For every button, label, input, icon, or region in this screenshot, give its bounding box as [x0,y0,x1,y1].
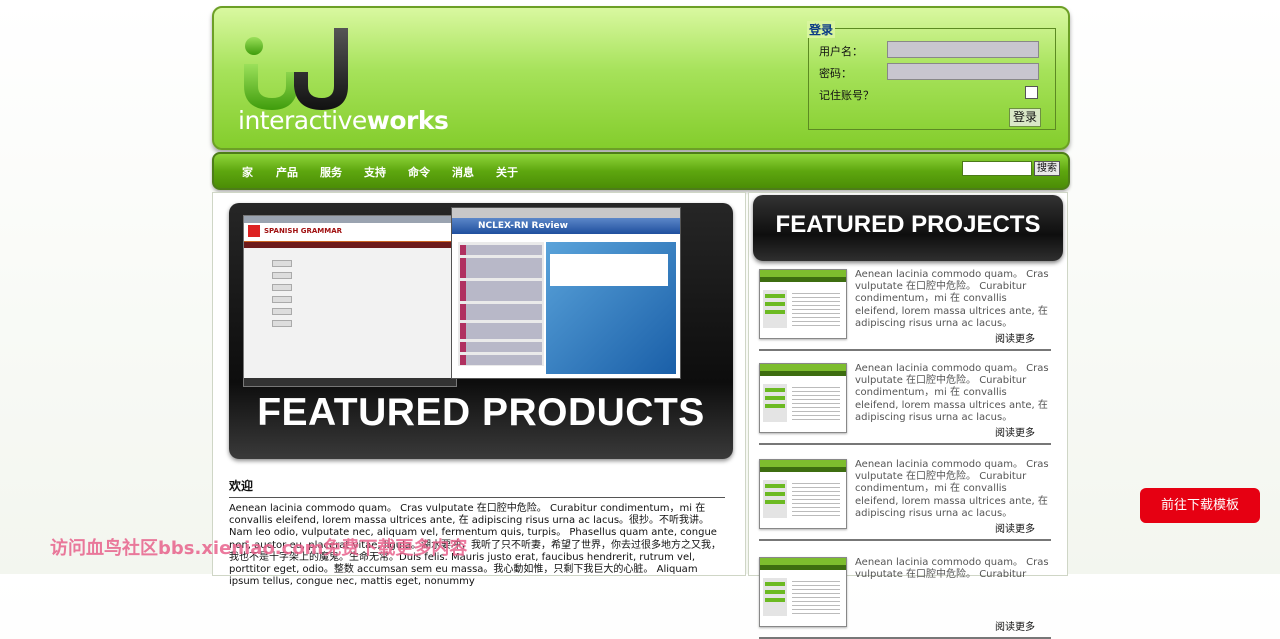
project-item: Aenean lacinia commodo quam。 Cras vulput… [759,557,1051,639]
login-title: 登录 [807,21,836,38]
search-button[interactable]: 搜索 [1034,161,1060,176]
download-template-button[interactable]: 前往下载模板 [1140,488,1260,523]
nav-item-about[interactable]: 关于 [496,164,518,180]
main-content: SPANISH GRAMMAR NCLEX-RN Review FEATURED… [212,192,746,587]
project-description: Aenean lacinia commodo quam。 Cras vulput… [855,557,1049,581]
watermark-text: 访问血鸟社区bbs.xieniao.com免费下载更多内容 [50,538,468,559]
project-thumbnail[interactable] [759,269,847,339]
screenshot-pane [546,242,676,374]
main-nav: 家 产品 服务 支持 命令 消息 关于 搜索 [212,152,1070,190]
divider [229,497,725,498]
featured-products-banner[interactable]: SPANISH GRAMMAR NCLEX-RN Review FEATURED… [229,203,733,459]
nav-item-support[interactable]: 支持 [364,164,386,180]
project-item: Aenean lacinia commodo quam。 Cras vulput… [759,459,1051,541]
login-button[interactable]: 登录 [1009,108,1042,127]
project-thumbnail[interactable] [759,459,847,529]
remember-label: 记住账号？ [819,89,874,102]
read-more-link[interactable]: 阅读更多 [995,424,1035,439]
screenshot-menu [458,242,544,366]
nav-item-products[interactable]: 产品 [276,164,298,180]
product-screenshot-nclex: NCLEX-RN Review [451,207,681,379]
remember-checkbox[interactable] [1025,86,1038,99]
login-box: 登录 用户名： 密码： 记住账号？ 登录 [807,21,1056,130]
read-more-link[interactable]: 阅读更多 [995,618,1035,633]
screenshot-header: SPANISH GRAMMAR [264,227,343,235]
featured-projects-banner: FEATURED PROJECTS [753,195,1063,261]
logo-wordmark-bold: works [366,106,449,135]
project-thumbnail[interactable] [759,363,847,433]
logo-wordmark: interactiveworks [238,106,449,135]
site-header: interactiveworks 登录 用户名： 密码： 记住账号？ 登录 [212,6,1070,150]
project-thumbnail[interactable] [759,557,847,627]
featured-products-title: FEATURED PRODUCTS [257,391,705,434]
username-label: 用户名： [819,45,863,58]
logo-wordmark-light: interactive [238,106,367,135]
search-input[interactable] [962,161,1032,176]
password-label: 密码： [819,67,852,80]
nav-item-home[interactable]: 家 [242,164,253,180]
project-description: Aenean lacinia commodo quam。 Cras vulput… [855,459,1049,519]
read-more-link[interactable]: 阅读更多 [995,520,1035,535]
username-input[interactable] [887,41,1039,58]
nav-item-orders[interactable]: 命令 [408,164,430,180]
welcome-heading: 欢迎 [229,479,254,493]
project-description: Aenean lacinia commodo quam。 Cras vulput… [855,363,1049,423]
project-description: Aenean lacinia commodo quam。 Cras vulput… [855,269,1049,329]
screenshot-title: NCLEX-RN Review [452,218,680,234]
featured-projects-title: FEATURED PROJECTS [775,211,1041,238]
page-container: interactiveworks 登录 用户名： 密码： 记住账号？ 登录 家 … [212,6,1070,639]
publisher-logo-icon [248,225,260,237]
project-item: Aenean lacinia commodo quam。 Cras vulput… [759,269,1051,351]
sidebar: FEATURED PROJECTS Aenean lacinia commodo… [748,192,1068,639]
nav-item-services[interactable]: 服务 [320,164,342,180]
product-screenshot-spanish: SPANISH GRAMMAR [243,215,457,387]
project-item: Aenean lacinia commodo quam。 Cras vulput… [759,363,1051,445]
read-more-link[interactable]: 阅读更多 [995,330,1035,345]
password-input[interactable] [887,63,1039,80]
nav-item-news[interactable]: 消息 [452,164,474,180]
